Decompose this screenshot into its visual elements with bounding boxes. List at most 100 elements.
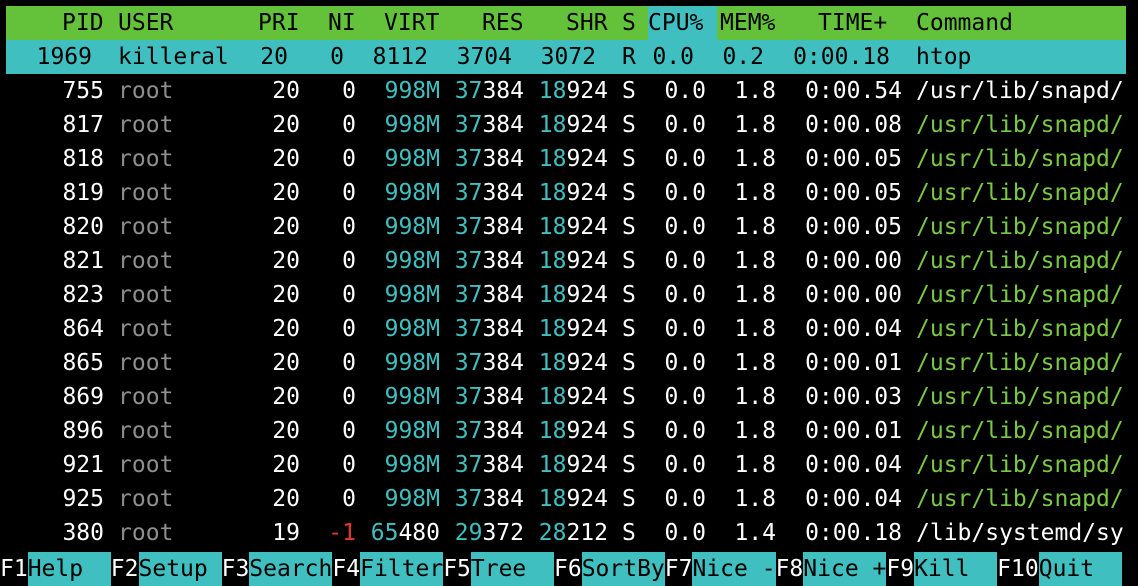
- pid-cell-part: 380: [62, 520, 104, 546]
- cpu-cell-part: 0.0: [664, 418, 706, 444]
- header-cpu-sorted[interactable]: CPU%: [648, 6, 718, 40]
- process-row[interactable]: 864 root 20 0 998M 37384 18924 S 0.0 1.8 0:00.04/u…: [6, 312, 1138, 346]
- process-row[interactable]: 865 root 20 0 998M 37384 18924 S 0.0 1.8 0:00.01/u…: [6, 346, 1138, 380]
- function-key-f1[interactable]: F1Help: [0, 552, 111, 586]
- cpu-cell-part: 0.0: [664, 384, 706, 410]
- user-cell: root: [118, 214, 174, 240]
- res-cell: 37384: [455, 278, 524, 312]
- pri-cell-part: 19: [272, 520, 300, 546]
- header-user[interactable]: USER: [118, 6, 173, 40]
- pid-cell-part: 821: [62, 248, 104, 274]
- pri-cell: 20: [272, 448, 300, 482]
- pid-cell: 380: [62, 516, 104, 550]
- shr-cell: 18924: [539, 312, 608, 346]
- command-cell: /usr/lib/snapd/: [916, 452, 1124, 478]
- pid-cell: 864: [62, 312, 104, 346]
- header-command[interactable]: Command: [916, 6, 1013, 40]
- user-cell: killeral: [118, 44, 229, 70]
- process-row[interactable]: 818 root 20 0 998M 37384 18924 S 0.0 1.8 0:00.05/u…: [6, 142, 1138, 176]
- mem-cell-part: 1.8: [734, 214, 776, 240]
- function-key-f5[interactable]: F5Tree: [443, 552, 554, 586]
- process-row[interactable]: 925 root 20 0 998M 37384 18924 S 0.0 1.8 0:00.04/u…: [6, 482, 1138, 516]
- process-row[interactable]: 755 root 20 0 998M 37384 18924 S 0.0 1.8 0:00.54/u…: [6, 74, 1138, 108]
- column-header-row[interactable]: PID USER PRI NI VIRT RES SHR S CPU% MEM%…: [6, 6, 1126, 40]
- header-pid[interactable]: PID: [62, 6, 104, 40]
- mem-cell-part: 1.8: [734, 282, 776, 308]
- shr-cell-part: 924: [566, 146, 608, 172]
- shr-cell-part: 18: [538, 180, 567, 206]
- function-key-f6[interactable]: F6SortBy: [554, 552, 665, 586]
- shr-cell: 28212: [539, 516, 608, 550]
- function-key-f9[interactable]: F9Kill: [886, 552, 998, 586]
- process-row[interactable]: 869 root 20 0 998M 37384 18924 S 0.0 1.8 0:00.03/u…: [6, 380, 1138, 414]
- pid-cell: 755: [62, 74, 104, 108]
- pri-cell: 20: [260, 40, 288, 74]
- virt-cell-part: 998M: [384, 112, 440, 138]
- res-cell-part: 37: [454, 282, 483, 308]
- res-cell-part: 384: [482, 384, 524, 410]
- res-cell-part: 384: [482, 486, 524, 512]
- cpu-cell: 0.0: [664, 516, 706, 550]
- command-cell: htop: [916, 44, 972, 70]
- pri-cell: 20: [272, 176, 300, 210]
- process-row[interactable]: 817 root 20 0 998M 37384 18924 S 0.0 1.8 0:00.08/u…: [6, 108, 1138, 142]
- process-row[interactable]: 921 root 20 0 998M 37384 18924 S 0.0 1.8 0:00.04/u…: [6, 448, 1138, 482]
- process-row[interactable]: 896 root 20 0 998M 37384 18924 S 0.0 1.8 0:00.01/u…: [6, 414, 1138, 448]
- function-key-label: Nice -: [692, 552, 776, 586]
- pri-cell-part: 20: [272, 180, 300, 206]
- header-shr[interactable]: SHR: [566, 6, 608, 40]
- res-cell-part: 372: [482, 520, 524, 546]
- virt-cell-part: 998M: [384, 418, 440, 444]
- pid-cell: 925: [62, 482, 104, 516]
- ni-cell-part: 0: [342, 486, 356, 512]
- function-key-f8[interactable]: F8Nice +: [776, 552, 887, 586]
- pid-cell: 823: [62, 278, 104, 312]
- pri-cell: 20: [272, 312, 300, 346]
- function-key-f3[interactable]: F3Search: [222, 552, 333, 586]
- pid-cell: 1969: [37, 40, 92, 74]
- time-cell: 0:00.05: [805, 142, 902, 176]
- header-mem[interactable]: MEM%: [720, 6, 775, 40]
- header-state[interactable]: S: [622, 6, 636, 40]
- shr-cell: 18924: [539, 210, 608, 244]
- function-key-f7[interactable]: F7Nice -: [665, 552, 776, 586]
- shr-cell-part: 924: [566, 384, 608, 410]
- command-cell: /usr/lib/snapd/: [916, 486, 1124, 512]
- pri-cell: 20: [272, 278, 300, 312]
- user-cell: root: [118, 350, 174, 376]
- ni-cell: -1: [328, 516, 356, 550]
- command-cell: /usr/lib/snapd/: [916, 418, 1124, 444]
- ni-cell: 0: [342, 244, 356, 278]
- cpu-cell: 0.0: [652, 40, 694, 74]
- ni-cell: 0: [342, 74, 356, 108]
- cpu-cell-part: 0.0: [664, 248, 706, 274]
- virt-cell: 998M: [385, 278, 440, 312]
- header-ni[interactable]: NI: [328, 6, 356, 40]
- virt-cell-part: 65: [370, 520, 399, 546]
- process-row[interactable]: 380 root 19 -1 65480 29372 28212 S 0.0 1.4 0:00.18…: [6, 516, 1138, 550]
- shr-cell: 18924: [539, 176, 608, 210]
- function-key-f10[interactable]: F10Quit: [997, 552, 1122, 586]
- res-cell: 37384: [455, 210, 524, 244]
- function-key-bar: F1Help F2Setup F3SearchF4FilterF5Tree F6…: [0, 552, 1138, 586]
- function-key-f4[interactable]: F4Filter: [332, 552, 444, 586]
- cpu-cell: 0.0: [664, 108, 706, 142]
- function-key-f2[interactable]: F2Setup: [111, 552, 222, 586]
- process-row[interactable]: 821 root 20 0 998M 37384 18924 S 0.0 1.8 0:00.00/u…: [6, 244, 1138, 278]
- header-pri[interactable]: PRI: [258, 6, 300, 40]
- pid-cell: 818: [62, 142, 104, 176]
- time-cell: 0:00.00: [805, 244, 902, 278]
- pri-cell: 20: [272, 346, 300, 380]
- mem-cell-part: 1.8: [734, 384, 776, 410]
- state-cell: S: [622, 486, 636, 512]
- process-row[interactable]: 823 root 20 0 998M 37384 18924 S 0.0 1.8 0:00.00/u…: [6, 278, 1138, 312]
- time-cell-part: 0:00.00: [805, 282, 902, 308]
- res-cell-part: 29: [454, 520, 483, 546]
- process-row[interactable]: 819 root 20 0 998M 37384 18924 S 0.0 1.8 0:00.05/u…: [6, 176, 1138, 210]
- process-row[interactable]: 1969 killeral 20 0 8112 3704 3072 R 0.0 0.2 0:00.1…: [6, 40, 1126, 74]
- header-time[interactable]: TIME+: [818, 6, 887, 40]
- pid-cell: 921: [62, 448, 104, 482]
- process-row[interactable]: 820 root 20 0 998M 37384 18924 S 0.0 1.8 0:00.05/u…: [6, 210, 1138, 244]
- header-res[interactable]: RES: [482, 6, 524, 40]
- header-virt[interactable]: VIRT: [384, 6, 439, 40]
